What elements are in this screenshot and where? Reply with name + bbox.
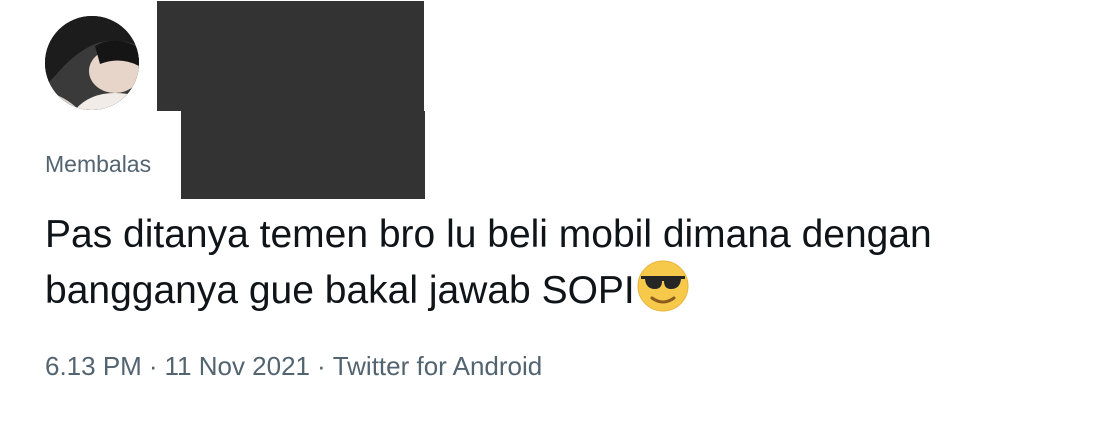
sunglasses-emoji-icon — [637, 260, 689, 325]
tweet-text-line-2: bangganya gue bakal jawab SOPI — [45, 260, 1085, 325]
meta-separator: · — [317, 351, 326, 381]
tweet-text-line-2-text: bangganya gue bakal jawab SOPI — [45, 269, 635, 312]
tweet-time-link[interactable]: 6.13 PM — [45, 351, 142, 381]
tweet-source-link[interactable]: Twitter for Android — [333, 351, 543, 381]
redacted-reply-handle-block — [181, 111, 425, 199]
replying-to-label: Membalas — [45, 147, 151, 181]
tweet-date-link[interactable]: 11 Nov 2021 — [165, 351, 311, 381]
meta-separator: · — [148, 351, 158, 381]
avatar-photo — [45, 16, 139, 110]
profile-avatar[interactable] — [45, 16, 139, 110]
tweet-metadata: 6.13 PM · 11 Nov 2021 · Twitter for Android — [45, 348, 542, 384]
replying-to-prefix: Membalas — [45, 151, 152, 177]
tweet-text: Pas ditanya temen bro lu beli mobil dima… — [45, 210, 1085, 325]
tweet-text-line-1: Pas ditanya temen bro lu beli mobil dima… — [45, 213, 932, 256]
redacted-username-block — [157, 1, 424, 111]
